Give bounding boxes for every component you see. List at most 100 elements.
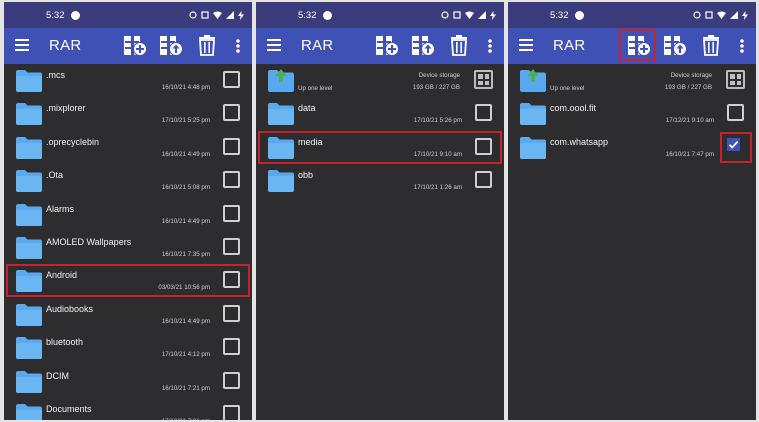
folder-name: media <box>298 136 323 147</box>
folder-icon <box>268 103 294 126</box>
archive-add-icon[interactable] <box>375 34 399 58</box>
select-checkbox[interactable] <box>223 104 240 122</box>
alarm-icon <box>189 11 197 19</box>
trash-icon[interactable] <box>702 34 726 58</box>
folder-icon <box>16 136 42 159</box>
folder-date: 17/10/21 7:21 pm <box>162 418 210 420</box>
folder-icon <box>16 103 42 126</box>
folder-row[interactable]: .mixplorer 17/10/21 5:25 pm <box>4 97 252 130</box>
folder-icon <box>520 136 546 159</box>
select-checkbox[interactable] <box>223 137 240 155</box>
folder-name: Android <box>46 270 78 281</box>
signal-icon <box>730 11 738 19</box>
up-one-level-row[interactable]: Up one level Device storage 193 GB / 227… <box>508 64 756 97</box>
alarm-icon <box>441 11 449 19</box>
select-checkbox[interactable] <box>475 137 492 155</box>
archive-add-icon[interactable] <box>123 34 147 58</box>
trash-icon[interactable] <box>450 34 474 58</box>
folder-name: .Ota <box>46 170 64 181</box>
folder-row[interactable]: AMOLED Wallpapers 16/10/21 7:35 pm <box>4 231 252 264</box>
grid-view-icon[interactable] <box>474 70 493 89</box>
folder-items: data 17/10/21 5:26 pm media 17/10/21 9:10 a… <box>256 97 504 197</box>
folder-name: Documents <box>46 403 92 414</box>
archive-add-icon[interactable] <box>627 34 651 58</box>
folder-icon <box>16 236 42 259</box>
battery-charging-icon <box>742 10 748 20</box>
more-vert-icon[interactable] <box>736 34 748 58</box>
folder-icon <box>16 203 42 226</box>
folder-icon <box>16 403 42 420</box>
select-checkbox[interactable] <box>223 204 240 222</box>
alarm-icon <box>693 11 701 19</box>
folder-name: com.oool.fit <box>550 103 597 114</box>
folder-list: .mcs 16/10/21 4:48 pm .mixplorer 17/10/21 5… <box>4 64 252 420</box>
menu-icon[interactable] <box>15 39 29 51</box>
folder-name: Alarms <box>46 203 75 214</box>
folder-row[interactable]: .mcs 16/10/21 4:48 pm <box>4 64 252 97</box>
battery-charging-icon <box>490 10 496 20</box>
grid-view-icon[interactable] <box>726 70 745 89</box>
storage-label: Device storage <box>670 72 712 79</box>
storage-value: 193 GB / 227 GB <box>664 84 712 91</box>
folder-row[interactable]: DCIM 16/10/21 7:21 pm <box>4 365 252 398</box>
folder-date: 16/10/21 7:21 pm <box>161 384 210 392</box>
folder-row[interactable]: Audiobooks 16/10/21 4:49 pm <box>4 298 252 331</box>
select-checkbox[interactable] <box>223 171 240 189</box>
select-checkbox[interactable] <box>223 271 240 289</box>
folder-row[interactable]: obb 17/10/21 1:26 am <box>256 164 504 197</box>
folder-date: 17/10/21 9:10 am <box>413 150 462 158</box>
folder-date: 16/10/21 7:47 pm <box>665 150 714 158</box>
folder-row[interactable]: com.whatsapp 16/10/21 7:47 pm <box>508 131 756 164</box>
folder-date: 16/10/21 4:49 pm <box>161 150 210 158</box>
folder-up-icon <box>520 69 546 92</box>
folder-row[interactable]: com.oool.fit 17/12/21 9:10 am <box>508 97 756 130</box>
archive-extract-icon[interactable] <box>663 34 687 58</box>
folder-row[interactable]: .oprecyclebin 16/10/21 4:49 pm <box>4 131 252 164</box>
folder-date: 17/12/21 9:10 am <box>665 117 714 125</box>
folder-date: 16/10/21 4:49 pm <box>161 217 210 225</box>
archive-extract-icon[interactable] <box>411 34 435 58</box>
select-checkbox[interactable] <box>223 338 240 356</box>
select-checkbox[interactable] <box>475 104 492 122</box>
phone-panel-media-folder: 5:32 RAR Up one level Device storage 193… <box>508 2 756 420</box>
up-one-level-row[interactable]: Up one level Device storage 193 GB / 227… <box>256 64 504 97</box>
folder-icon <box>16 70 42 92</box>
select-checkbox[interactable] <box>475 171 492 189</box>
status-time: 5:32 <box>298 9 317 21</box>
trash-icon[interactable] <box>198 34 222 58</box>
select-checkbox[interactable] <box>727 137 744 155</box>
archive-extract-icon[interactable] <box>159 34 183 58</box>
folder-row[interactable]: bluetooth 17/10/21 4:12 pm <box>4 331 252 364</box>
select-checkbox[interactable] <box>223 71 240 88</box>
nfc-icon <box>201 11 209 19</box>
folder-icon <box>268 170 294 193</box>
folder-row[interactable]: media 17/10/21 9:10 am <box>256 130 504 164</box>
folder-name: obb <box>298 170 314 181</box>
select-checkbox[interactable] <box>223 237 240 255</box>
signal-icon <box>478 11 486 19</box>
screenshot-stage: 5:32 RAR .mcs 16/10/21 4:48 pm .mixplore… <box>0 0 759 422</box>
select-checkbox[interactable] <box>223 404 240 420</box>
folder-name: bluetooth <box>46 337 84 348</box>
folder-icon <box>16 303 42 326</box>
select-checkbox[interactable] <box>223 371 240 389</box>
folder-icon <box>16 337 42 360</box>
more-vert-icon[interactable] <box>232 34 244 58</box>
menu-icon[interactable] <box>267 39 281 51</box>
wifi-icon <box>717 11 726 19</box>
select-checkbox[interactable] <box>223 304 240 322</box>
folder-name: .oprecyclebin <box>46 136 100 147</box>
folder-row[interactable]: Alarms 16/10/21 4:49 pm <box>4 198 252 231</box>
menu-icon[interactable] <box>519 39 533 51</box>
wifi-icon <box>465 11 474 19</box>
select-checkbox[interactable] <box>727 104 744 122</box>
folder-up-icon <box>268 69 294 92</box>
folder-date: 16/10/21 5:08 pm <box>161 184 210 192</box>
more-vert-icon[interactable] <box>484 34 496 58</box>
notification-icon <box>70 10 80 20</box>
folder-icon <box>16 270 42 293</box>
folder-row[interactable]: Documents 17/10/21 7:21 pm <box>4 398 252 420</box>
folder-row[interactable]: data 17/10/21 5:26 pm <box>256 97 504 130</box>
folder-row[interactable]: .Ota 16/10/21 5:08 pm <box>4 164 252 197</box>
folder-row[interactable]: Android 03/03/21 10:56 pm <box>4 264 252 298</box>
